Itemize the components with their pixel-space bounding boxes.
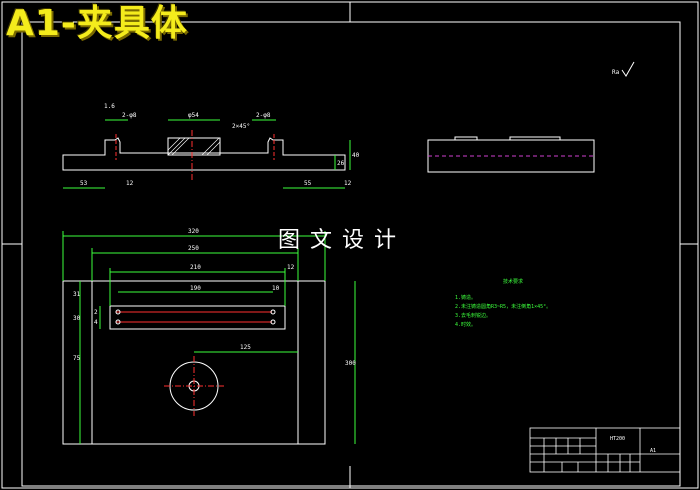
dim-height-total: 300 xyxy=(345,360,356,367)
dim-height-b: 40 xyxy=(352,152,360,159)
dim-hole-right: 2-φ8 xyxy=(256,112,271,119)
dim-inner: 250 xyxy=(188,245,199,252)
title-block xyxy=(529,427,681,473)
dim-small: 1.6 xyxy=(104,103,115,110)
dim-left-width: 53 xyxy=(80,180,88,187)
dim-angle-left: 12 xyxy=(126,180,134,187)
front-center-boss xyxy=(167,137,221,156)
dim-side-e: 75 xyxy=(73,355,81,362)
side-boss-left xyxy=(454,136,478,141)
sheet-title: A1-夹具体 xyxy=(6,3,188,44)
dim-side-a: 31 xyxy=(73,291,81,298)
dim-hole-left: 2-φ8 xyxy=(122,112,137,119)
plan-dims xyxy=(62,231,356,444)
roughness-symbol xyxy=(621,61,635,77)
dim-slot-inner: 190 xyxy=(190,285,201,292)
drawing-canvas: 53 55 φ54 2-φ8 2-φ8 26 40 2×45° 1.6 12 1… xyxy=(0,0,700,490)
roughness-label: Ra xyxy=(612,69,620,76)
dim-chamfer: 2×45° xyxy=(232,123,250,130)
dim-overall: 320 xyxy=(188,228,199,235)
section-hatch xyxy=(167,137,221,156)
dim-center-bore: φ54 xyxy=(188,112,199,119)
side-boss-right xyxy=(509,136,561,141)
dim-side-b: 30 xyxy=(73,315,81,322)
side-view xyxy=(427,136,595,173)
dim-side-c: 2 xyxy=(94,309,98,316)
plan-view xyxy=(62,231,356,445)
title-block-part: A1 xyxy=(650,448,656,454)
dim-height-a: 26 xyxy=(337,160,345,167)
dim-angle-right: 12 xyxy=(344,180,352,187)
sheet-border-inner xyxy=(21,21,681,487)
dim-right-width: 55 xyxy=(304,180,312,187)
plan-slot xyxy=(109,305,286,330)
note-line-1: 1.铸造。 xyxy=(455,294,476,301)
note-line-4: 4.时效。 xyxy=(455,321,476,328)
note-line-3: 3.去毛刺锐边。 xyxy=(455,312,491,319)
note-line-2: 2.未注铸造圆角R3~R5，未注倒角1×45°。 xyxy=(455,303,551,310)
dim-offset-right: 12 xyxy=(287,264,295,271)
title-block-material: HT200 xyxy=(610,436,625,442)
watermark-text: 图文设计 xyxy=(278,228,407,253)
dim-slot-len: 210 xyxy=(190,264,201,271)
dim-offset-center: 125 xyxy=(240,344,251,351)
front-view xyxy=(62,119,351,189)
dim-side-d: 4 xyxy=(94,319,98,326)
notes-heading: 技术要求 xyxy=(503,278,523,285)
front-outline xyxy=(62,137,346,171)
dim-offset-right2: 10 xyxy=(272,285,280,292)
